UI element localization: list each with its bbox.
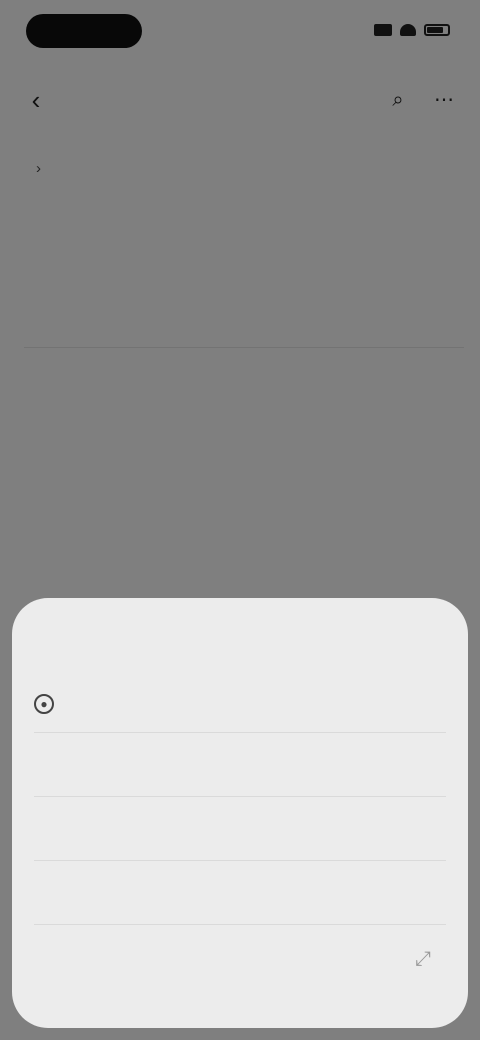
divider bbox=[34, 796, 446, 797]
radio-icon: ● bbox=[34, 694, 54, 714]
divider bbox=[34, 732, 446, 733]
divider bbox=[34, 860, 446, 861]
sheet-option[interactable] bbox=[34, 876, 446, 912]
sheet-option[interactable] bbox=[34, 812, 446, 848]
sheet-option-selected[interactable]: ● bbox=[34, 686, 446, 722]
divider bbox=[34, 924, 446, 925]
expand-icon[interactable]: ⤢ bbox=[408, 944, 438, 974]
sheet-option[interactable] bbox=[34, 748, 446, 784]
bottom-sheet: ● ⤢ bbox=[12, 598, 468, 1028]
sheet-option-left: ● bbox=[34, 694, 64, 714]
